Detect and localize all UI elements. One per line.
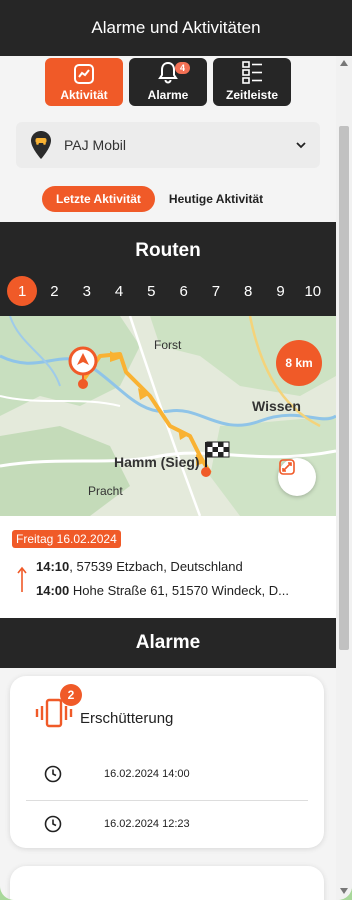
expand-map-button[interactable] <box>278 458 316 496</box>
map-label-forst: Forst <box>154 338 182 352</box>
filter-last-activity[interactable]: Letzte Aktivität <box>42 186 155 212</box>
tab-label: Alarme <box>147 88 189 102</box>
alarm-count-badge: 2 <box>60 684 82 706</box>
scrollbar[interactable] <box>336 56 352 900</box>
route-number-selector: 1 2 3 4 5 6 7 8 9 10 <box>6 276 329 306</box>
distance-badge: 8 km <box>276 340 322 386</box>
device-select[interactable]: PAJ Mobil <box>16 122 320 168</box>
tab-alarme[interactable]: 4 Alarme <box>129 58 207 106</box>
trip-start-time: 14:00 <box>36 583 70 598</box>
trip-date: Freitag 16.02.2024 <box>12 530 121 548</box>
device-name: PAJ Mobil <box>64 137 126 153</box>
route-number-label: 6 <box>179 282 188 300</box>
scrollbar-thumb[interactable] <box>339 126 349 650</box>
alarms-section-header: Alarme <box>0 618 336 668</box>
route-number-5[interactable]: 5 <box>135 276 167 306</box>
alarm-entry[interactable]: 16.02.2024 14:00 <box>26 754 308 794</box>
route-number-label: 1 <box>7 276 38 306</box>
route-number-label: 7 <box>211 282 221 300</box>
route-number-4[interactable]: 4 <box>103 276 135 306</box>
expand-icon <box>279 459 295 475</box>
map-label-pracht: Pracht <box>88 484 123 498</box>
route-number-label: 2 <box>50 282 59 300</box>
alarm-entry-time: 16.02.2024 14:00 <box>104 768 190 780</box>
tab-label: Aktivität <box>60 88 108 102</box>
route-number-2[interactable]: 2 <box>38 276 70 306</box>
route-number-7[interactable]: 7 <box>200 276 232 306</box>
route-number-label: 4 <box>114 282 124 300</box>
trip-info: Freitag 16.02.2024 14:10, 57539 Etzbach,… <box>0 516 336 618</box>
page-title: Alarme und Aktivitäten <box>91 18 261 37</box>
car-pin-icon <box>31 131 51 159</box>
tab-bar: Aktivität 4 Alarme Zeitleiste <box>0 58 336 106</box>
tab-zeitleiste[interactable]: Zeitleiste <box>213 58 291 106</box>
finish-flag-icon <box>201 441 230 477</box>
clock-icon <box>44 765 62 783</box>
routes-title: Routen <box>135 240 201 261</box>
route-number-label: 9 <box>276 282 285 300</box>
alarm-type-name: Erschütterung <box>80 710 174 727</box>
clock-icon <box>44 815 62 833</box>
trip-end-time: 14:10 <box>36 559 70 574</box>
route-number-9[interactable]: 9 <box>264 276 296 306</box>
arrow-up-icon <box>17 566 27 592</box>
scroll-down-arrow-icon[interactable] <box>340 888 348 894</box>
trip-start: 14:00 Hohe Straße 61, 51570 Windeck, D..… <box>36 583 289 598</box>
trip-start-address: Hohe Straße 61, 51570 Windeck, D... <box>72 583 289 598</box>
activity-filter: Letzte Aktivität Heutige Aktivität <box>42 186 263 212</box>
route-number-label: 3 <box>82 282 91 300</box>
trip-end-address: , 57539 Etzbach, Deutschland <box>69 559 243 574</box>
alarms-title: Alarme <box>135 632 201 653</box>
scroll-area: Aktivität 4 Alarme Zeitleiste PAJ Mobil … <box>0 0 336 900</box>
route-number-label: 5 <box>147 282 156 300</box>
alarm-card[interactable]: 2 Erschütterung 16.02.2024 14:00 16.02.2… <box>10 676 324 848</box>
route-number-8[interactable]: 8 <box>232 276 264 306</box>
app-window: Aktivität 4 Alarme Zeitleiste PAJ Mobil … <box>0 0 352 900</box>
trip-end: 14:10, 57539 Etzbach, Deutschland <box>36 559 243 574</box>
route-number-10[interactable]: 10 <box>297 276 329 306</box>
alarm-count-badge: 4 <box>175 62 191 74</box>
route-number-label: 8 <box>244 282 253 300</box>
start-marker-icon <box>68 346 98 389</box>
route-number-1[interactable]: 1 <box>6 276 38 306</box>
route-number-3[interactable]: 3 <box>71 276 103 306</box>
alarm-card-next[interactable] <box>10 866 324 900</box>
activity-chart-icon <box>74 64 94 84</box>
divider <box>26 800 308 801</box>
route-number-label: 10 <box>304 282 322 300</box>
scroll-up-arrow-icon[interactable] <box>340 60 348 66</box>
timeline-icon <box>242 61 262 84</box>
route-number-6[interactable]: 6 <box>167 276 199 306</box>
map-label-wissen: Wissen <box>252 398 301 414</box>
route-map[interactable]: Forst Wissen Hamm (Sieg) Pracht 8 km <box>0 316 336 516</box>
alarm-entry-time: 16.02.2024 12:23 <box>104 818 190 830</box>
filter-today-activity[interactable]: Heutige Aktivität <box>169 192 263 206</box>
alarm-entry[interactable]: 16.02.2024 12:23 <box>26 804 308 844</box>
chevron-down-icon <box>296 142 306 149</box>
tab-label: Zeitleiste <box>225 88 279 102</box>
map-label-hamm: Hamm (Sieg) <box>114 454 200 470</box>
tab-aktivitaet[interactable]: Aktivität <box>45 58 123 106</box>
app-header: Alarme und Aktivitäten <box>0 0 352 56</box>
